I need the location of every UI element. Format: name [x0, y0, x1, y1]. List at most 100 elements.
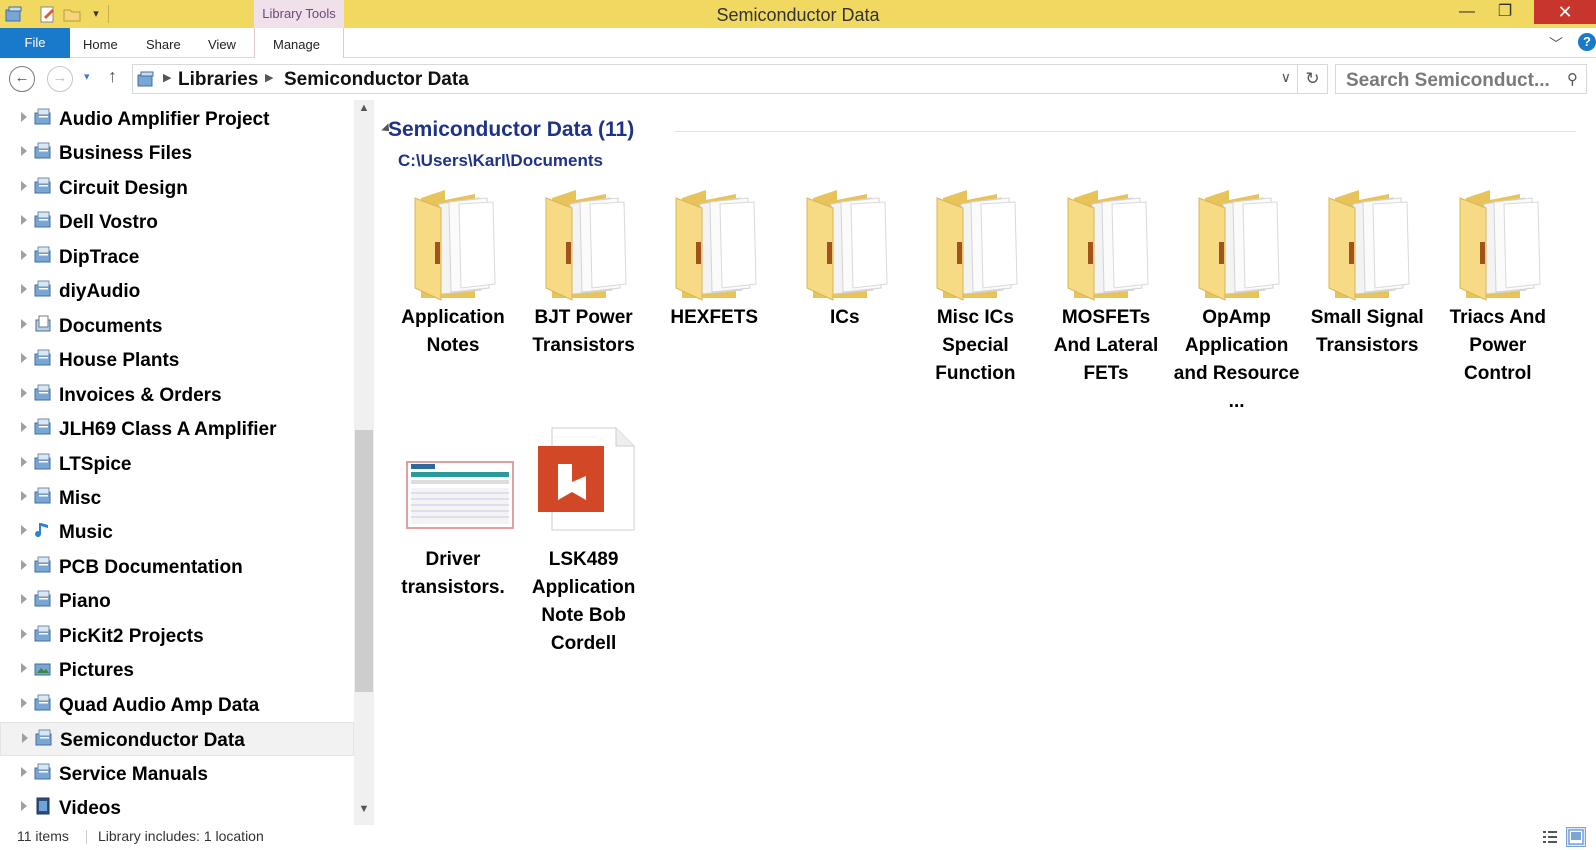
- sidebar-item[interactable]: Music: [0, 515, 354, 549]
- sidebar-item[interactable]: Semiconductor Data: [0, 722, 354, 757]
- expand-arrow-icon[interactable]: [22, 733, 28, 744]
- folder-item[interactable]: Application Notes: [390, 180, 516, 360]
- folder-icon: [1450, 180, 1546, 304]
- library-icon: [33, 383, 53, 403]
- sidebar-item[interactable]: Business Files: [0, 136, 354, 170]
- breadcrumb-libraries[interactable]: Libraries: [178, 69, 258, 91]
- navigation-pane[interactable]: Audio Amplifier Project Business Files Cir…: [0, 100, 374, 825]
- expand-arrow-icon[interactable]: [21, 249, 27, 260]
- expand-arrow-icon[interactable]: [21, 697, 27, 708]
- forward-button[interactable]: →: [47, 66, 73, 92]
- library-icon: [33, 486, 53, 506]
- folder-item[interactable]: HEXFETS: [651, 180, 777, 332]
- expand-arrow-icon[interactable]: [21, 766, 27, 777]
- folder-item[interactable]: ICs: [782, 180, 908, 332]
- expand-arrow-icon[interactable]: [21, 490, 27, 501]
- group-location-path[interactable]: C:\Users\Karl\Documents: [398, 151, 603, 171]
- expand-arrow-icon[interactable]: [21, 215, 27, 226]
- folder-item[interactable]: BJT Power Transistors: [521, 180, 647, 360]
- help-icon[interactable]: ?: [1578, 33, 1596, 51]
- folder-item[interactable]: Misc ICs Special Function: [912, 180, 1038, 388]
- sidebar-item[interactable]: Documents: [0, 309, 354, 343]
- sidebar-item[interactable]: Invoices & Orders: [0, 378, 354, 412]
- details-view-icon[interactable]: [1540, 827, 1560, 847]
- search-input[interactable]: Search Semiconduct... ⚲: [1335, 64, 1587, 94]
- expand-arrow-icon[interactable]: [21, 112, 27, 122]
- breadcrumb-semiconductor-data[interactable]: Semiconductor Data: [284, 69, 469, 91]
- sidebar-item[interactable]: LTSpice: [0, 447, 354, 481]
- recent-locations-chevron-icon[interactable]: ▾: [84, 70, 90, 83]
- expand-arrow-icon[interactable]: [21, 422, 27, 433]
- sidebar-item[interactable]: Audio Amplifier Project: [0, 102, 354, 136]
- sidebar-item[interactable]: JLH69 Class A Amplifier: [0, 412, 354, 446]
- sidebar-item[interactable]: Dell Vostro: [0, 205, 354, 239]
- expand-arrow-icon[interactable]: [21, 663, 27, 674]
- tab-share[interactable]: Share: [146, 28, 181, 58]
- videos-library-icon: [33, 796, 53, 816]
- navigation-pane-scrollbar[interactable]: ▲ ▼: [354, 100, 374, 825]
- library-icon: [33, 210, 53, 230]
- folder-icon: [797, 180, 893, 304]
- item-name: Driver transistors.: [401, 549, 505, 598]
- sidebar-item[interactable]: Piano: [0, 584, 354, 618]
- sidebar-item[interactable]: diyAudio: [0, 274, 354, 308]
- tab-manage[interactable]: Manage: [273, 28, 320, 58]
- sidebar-item[interactable]: Videos: [0, 791, 354, 825]
- expand-arrow-icon[interactable]: [21, 628, 27, 639]
- expand-ribbon-chevron-icon[interactable]: ﹀: [1549, 34, 1563, 54]
- expand-arrow-icon[interactable]: [21, 801, 27, 811]
- file-list-pane[interactable]: Semiconductor Data (11) C:\Users\Karl\Do…: [374, 100, 1596, 825]
- expand-arrow-icon[interactable]: [21, 353, 27, 364]
- sidebar-item[interactable]: PicKit2 Projects: [0, 619, 354, 653]
- sidebar-item[interactable]: Service Manuals: [0, 757, 354, 791]
- search-icon[interactable]: ⚲: [1567, 70, 1578, 88]
- expand-arrow-icon[interactable]: [21, 525, 27, 536]
- breadcrumb-separator-icon[interactable]: ▶: [163, 71, 171, 84]
- address-dropdown-chevron-icon[interactable]: ∨: [1281, 69, 1291, 86]
- folder-icon: [1189, 180, 1285, 304]
- file-item[interactable]: LSK489 Application Note Bob Cordell: [521, 422, 647, 658]
- expand-arrow-icon[interactable]: [21, 318, 27, 329]
- refresh-button[interactable]: ↻: [1298, 64, 1328, 94]
- item-name: Triacs And Power Control: [1449, 307, 1547, 384]
- close-button[interactable]: ✕: [1534, 0, 1596, 24]
- expand-arrow-icon[interactable]: [21, 559, 27, 570]
- tab-file[interactable]: File: [0, 28, 70, 58]
- scroll-down-arrow-icon[interactable]: ▼: [354, 803, 374, 823]
- expand-arrow-icon[interactable]: [21, 456, 27, 467]
- maximize-button[interactable]: ❐: [1487, 0, 1523, 24]
- expand-arrow-icon[interactable]: [21, 180, 27, 191]
- sidebar-item[interactable]: House Plants: [0, 343, 354, 377]
- sidebar-item-label: Documents: [59, 315, 163, 337]
- expand-arrow-icon[interactable]: [21, 594, 27, 605]
- folder-item[interactable]: Small Signal Transistors: [1304, 180, 1430, 360]
- tab-view[interactable]: View: [208, 28, 236, 58]
- expand-arrow-icon[interactable]: [21, 387, 27, 398]
- sidebar-item[interactable]: Circuit Design: [0, 171, 354, 205]
- group-heading[interactable]: Semiconductor Data (11): [388, 118, 634, 142]
- large-icons-view-icon[interactable]: [1566, 827, 1586, 847]
- sidebar-item[interactable]: DipTrace: [0, 240, 354, 274]
- sidebar-item-label: Pictures: [59, 660, 134, 682]
- back-button[interactable]: ←: [9, 66, 35, 92]
- breadcrumb-separator-icon[interactable]: ▶: [265, 71, 273, 84]
- scroll-up-arrow-icon[interactable]: ▲: [354, 102, 374, 122]
- folder-item[interactable]: MOSFETs And Lateral FETs: [1043, 180, 1169, 388]
- sidebar-item-label: JLH69 Class A Amplifier: [59, 419, 277, 441]
- sidebar-item[interactable]: Pictures: [0, 653, 354, 687]
- item-name: Misc ICs Special Function: [935, 307, 1016, 384]
- address-bar[interactable]: ▶ Libraries ▶ Semiconductor Data ∨: [132, 64, 1298, 94]
- sidebar-item[interactable]: PCB Documentation: [0, 550, 354, 584]
- up-arrow-icon[interactable]: ↑: [108, 66, 117, 87]
- sidebar-item[interactable]: Misc: [0, 481, 354, 515]
- expand-arrow-icon[interactable]: [21, 284, 27, 295]
- folder-item[interactable]: Triacs And Power Control: [1435, 180, 1561, 388]
- minimize-button[interactable]: —: [1449, 0, 1485, 24]
- sidebar-item[interactable]: Quad Audio Amp Data: [0, 688, 354, 722]
- tab-home[interactable]: Home: [83, 28, 118, 58]
- expand-arrow-icon[interactable]: [21, 146, 27, 157]
- folder-item[interactable]: OpAmp Application and Resource ...: [1174, 180, 1300, 416]
- scroll-thumb[interactable]: [355, 430, 373, 692]
- file-item[interactable]: Driver transistors.: [390, 422, 516, 602]
- pdf-document-icon: [536, 422, 635, 546]
